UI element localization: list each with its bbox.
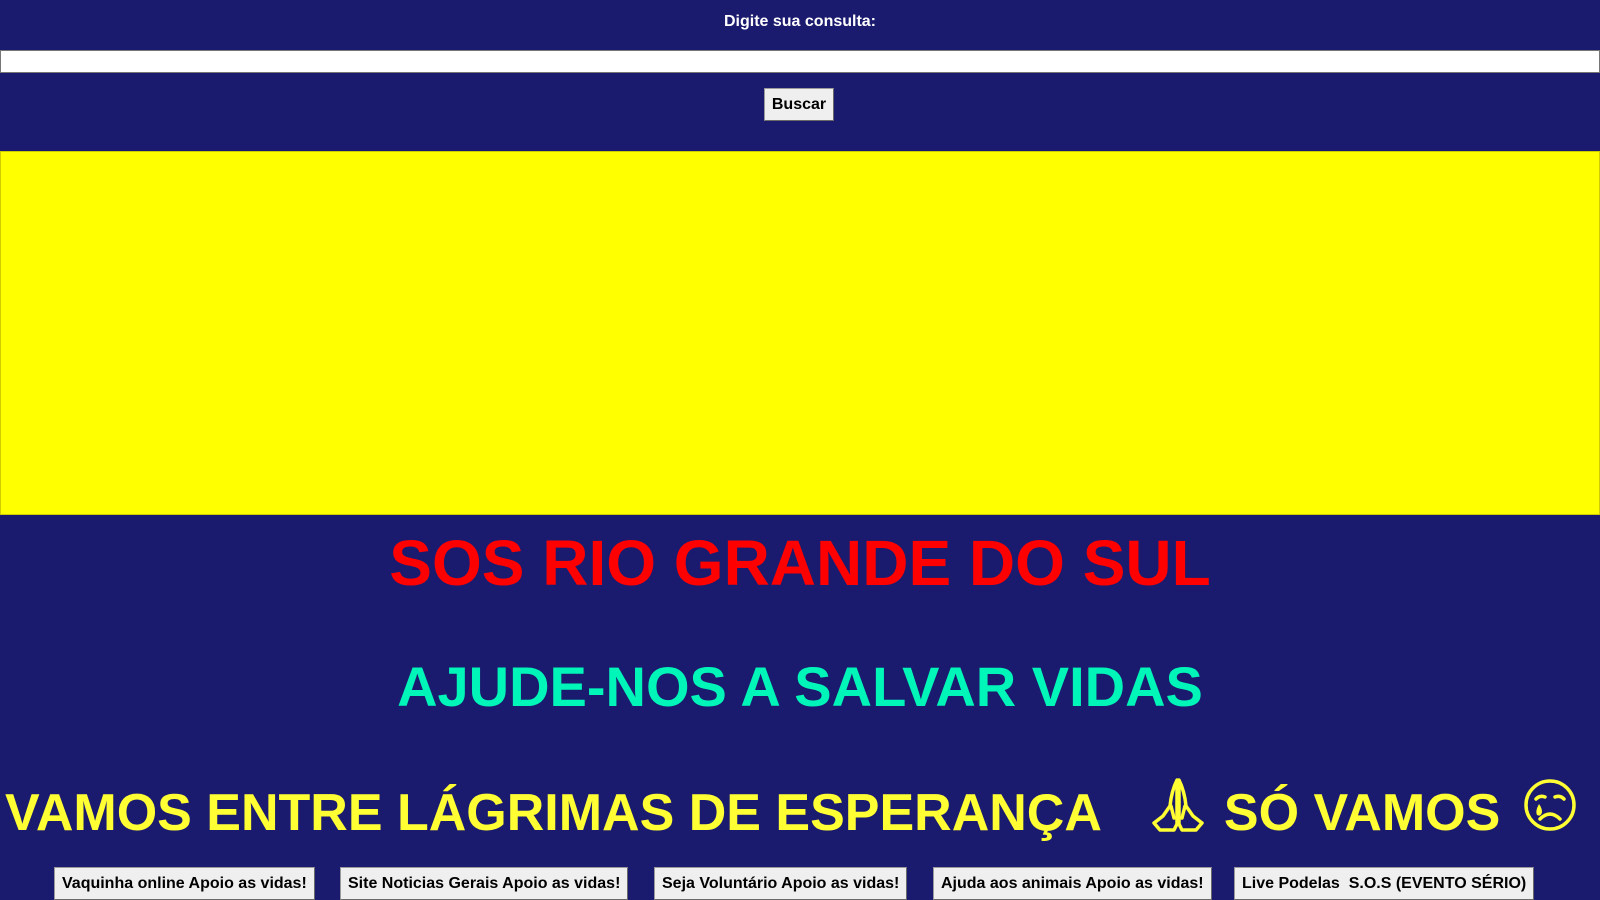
page-title: SOS RIO GRANDE DO SUL — [389, 527, 1211, 599]
animals-button[interactable]: Ajuda aos animais Apoio as vidas! — [933, 867, 1212, 900]
message-part2: SÓ VAMOS — [1223, 783, 1501, 842]
praying-hands-icon — [1150, 776, 1206, 849]
page-subtitle: AJUDE-NOS A SALVAR VIDAS — [397, 655, 1203, 718]
nav-button-row: Vaquinha online Apoio as vidas! Site Not… — [0, 867, 1600, 900]
donation-button[interactable]: Vaquinha online Apoio as vidas! — [54, 867, 315, 900]
crying-face-icon — [1522, 777, 1578, 848]
message-part1: VAMOS ENTRE LÁGRIMAS DE ESPERANÇA — [5, 783, 1102, 842]
live-button[interactable]: Live Podelas S.O.S (EVENTO SÉRIO) — [1234, 867, 1535, 900]
search-button[interactable]: Buscar — [764, 88, 834, 121]
volunteer-button[interactable]: Seja Voluntário Apoio as vidas! — [654, 867, 908, 900]
search-label: Digite sua consulta: — [723, 13, 877, 30]
message-line: VAMOS ENTRE LÁGRIMAS DE ESPERANÇA SÓ VAM… — [5, 776, 1600, 849]
yellow-banner — [0, 151, 1600, 515]
search-input[interactable] — [0, 50, 1600, 73]
news-button[interactable]: Site Noticias Gerais Apoio as vidas! — [340, 867, 629, 900]
page: Digite sua consulta: Buscar SOS RIO GRAN… — [0, 0, 1600, 900]
